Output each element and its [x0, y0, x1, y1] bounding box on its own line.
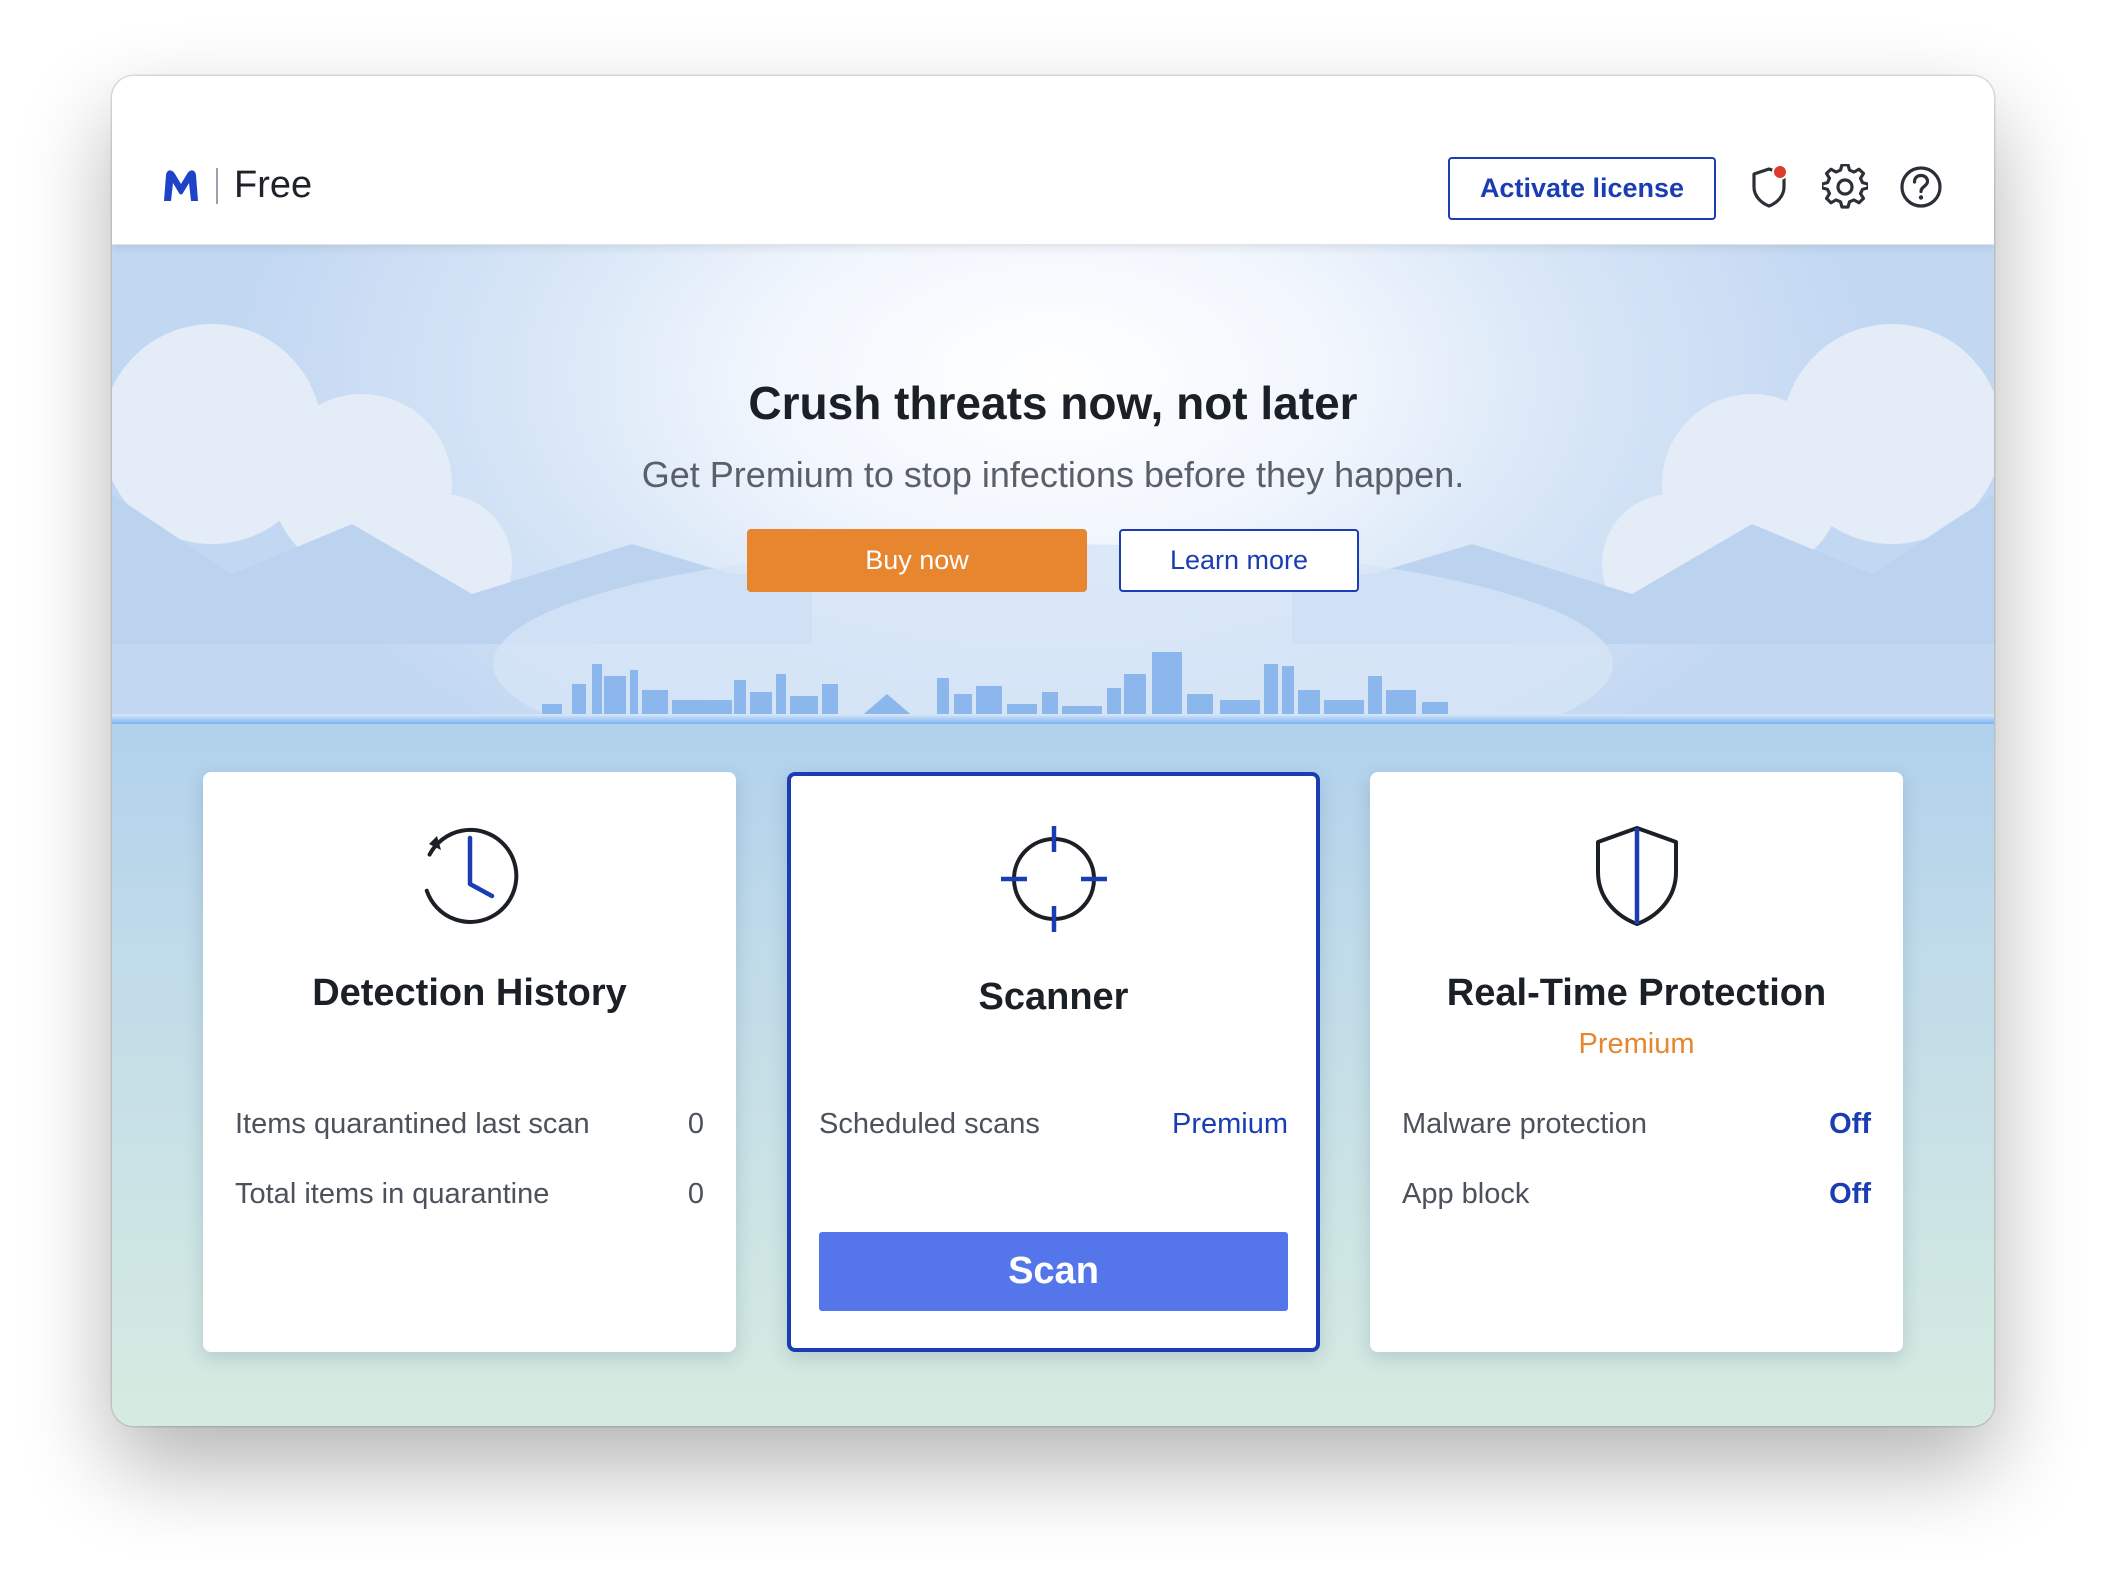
row-label: Scheduled scans: [819, 1107, 1040, 1140]
row-label: App block: [1402, 1177, 1530, 1210]
shield-icon: [1582, 820, 1692, 930]
learn-more-button[interactable]: Learn more: [1119, 529, 1359, 592]
scheduled-scans-row: Scheduled scans Premium: [819, 1104, 1288, 1144]
real-time-protection-title: Real-Time Protection: [1446, 972, 1827, 1014]
malwarebytes-logo-icon: [164, 169, 198, 201]
scanner-title: Scanner: [978, 976, 1129, 1018]
app-block-row: App block Off: [1402, 1174, 1871, 1214]
scheduled-scans-premium-link[interactable]: Premium: [1172, 1108, 1288, 1141]
malware-protection-status[interactable]: Off: [1829, 1108, 1871, 1141]
shield-alert-icon[interactable]: [1746, 164, 1792, 210]
buy-now-button[interactable]: Buy now: [747, 529, 1087, 592]
banner-subtitle: Get Premium to stop infections before th…: [641, 454, 1465, 495]
activate-license-button[interactable]: Activate license: [1448, 157, 1716, 220]
row-label: Malware protection: [1402, 1107, 1647, 1140]
brand-divider: [216, 167, 218, 204]
scanner-card[interactable]: Scanner Scheduled scans Premium Scan: [787, 772, 1320, 1352]
brand: Free: [160, 164, 312, 207]
scan-button[interactable]: Scan: [819, 1232, 1288, 1311]
plan-label: Free: [234, 164, 313, 206]
row-label: Items quarantined last scan: [235, 1107, 590, 1140]
help-icon[interactable]: [1898, 164, 1944, 210]
row-value: 0: [687, 1177, 704, 1210]
real-time-protection-card[interactable]: Real-Time Protection Premium Malware pro…: [1370, 772, 1903, 1352]
crosshair-icon: [999, 824, 1109, 934]
dashboard-main: Crush threats now, not later Get Premium…: [112, 244, 1994, 1426]
quarantined-last-scan-row: Items quarantined last scan 0: [235, 1104, 704, 1144]
row-value: 0: [687, 1107, 704, 1140]
premium-banner: Crush threats now, not later Get Premium…: [112, 244, 1994, 724]
detection-history-card[interactable]: Detection History Items quarantined last…: [203, 772, 736, 1352]
premium-badge[interactable]: Premium: [1370, 1028, 1903, 1061]
banner-title: Crush threats now, not later: [748, 377, 1358, 429]
app-window: Free Activate license Crush threats now,…: [112, 76, 1994, 1426]
row-label: Total items in quarantine: [235, 1177, 550, 1210]
history-clock-icon: [415, 820, 525, 930]
detection-history-title: Detection History: [312, 972, 627, 1014]
app-block-status[interactable]: Off: [1829, 1178, 1871, 1211]
gear-icon[interactable]: [1820, 163, 1870, 210]
app-header: Free Activate license: [112, 76, 1994, 245]
total-quarantine-row: Total items in quarantine 0: [235, 1174, 704, 1214]
malware-protection-row: Malware protection Off: [1402, 1104, 1871, 1144]
